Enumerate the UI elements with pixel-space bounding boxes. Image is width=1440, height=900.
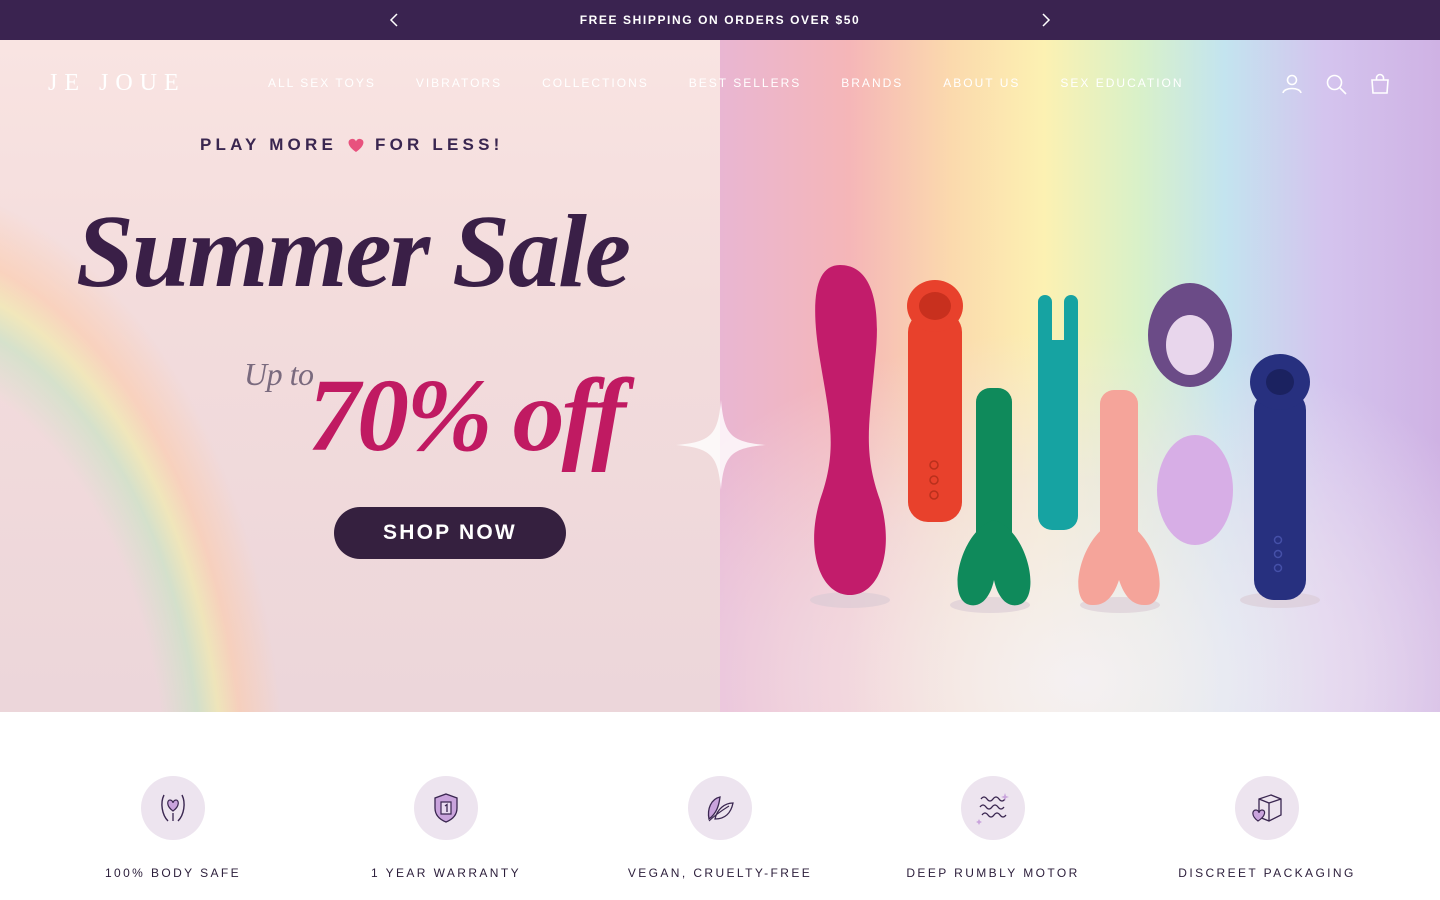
tagline-part-2: FOR LESS!	[375, 135, 504, 154]
feature-label: 100% BODY SAFE	[104, 866, 242, 880]
hero-headline: Summer Sale	[76, 194, 631, 309]
feature-vegan: VEGAN, CRUELTY-FREE	[583, 776, 857, 880]
nav-item-about-us[interactable]: ABOUT US	[943, 76, 1020, 90]
announcement-bar: FREE SHIPPING ON ORDERS OVER $50	[0, 0, 1440, 40]
chevron-left-icon[interactable]	[384, 10, 404, 30]
feature-warranty: 1 YEAR WARRANTY	[309, 776, 583, 880]
feature-label: 1 YEAR WARRANTY	[370, 866, 522, 880]
hero-upto-text: Up to	[244, 356, 314, 392]
nav-item-best-sellers[interactable]: BEST SELLERS	[689, 76, 802, 90]
body-heart-icon	[141, 776, 205, 840]
hero-discount-text: 70% off	[308, 358, 626, 473]
nav-item-brands[interactable]: BRANDS	[841, 76, 903, 90]
search-icon[interactable]	[1324, 72, 1348, 96]
feature-label: DEEP RUMBLY MOTOR	[906, 866, 1080, 880]
brand-logo[interactable]: JE JOUE	[48, 70, 186, 97]
shield-one-icon	[414, 776, 478, 840]
feature-motor: DEEP RUMBLY MOTOR	[856, 776, 1130, 880]
vibration-waves-icon	[961, 776, 1025, 840]
cart-icon[interactable]	[1368, 72, 1392, 96]
main-navigation: ALL SEX TOYS VIBRATORS COLLECTIONS BEST …	[268, 76, 1184, 90]
account-icon[interactable]	[1280, 72, 1304, 96]
features-row: 100% BODY SAFE 1 YEAR WARRANTY VEGAN, CR…	[0, 712, 1440, 900]
box-heart-icon	[1235, 776, 1299, 840]
product-lineup-image	[810, 265, 1320, 613]
chevron-right-icon[interactable]	[1036, 10, 1056, 30]
tagline-part-1: PLAY MORE	[200, 135, 337, 154]
sparkle-decoration	[676, 400, 766, 490]
nav-item-collections[interactable]: COLLECTIONS	[542, 76, 649, 90]
hero-tagline: PLAY MORE FOR LESS!	[200, 135, 503, 155]
leaf-icon	[688, 776, 752, 840]
heart-icon	[348, 138, 364, 152]
feature-label: DISCREET PACKAGING	[1178, 866, 1356, 880]
shop-now-button[interactable]: SHOP NOW	[334, 507, 566, 559]
nav-item-vibrators[interactable]: VIBRATORS	[416, 76, 502, 90]
feature-packaging: DISCREET PACKAGING	[1130, 776, 1404, 880]
nav-item-all-sex-toys[interactable]: ALL SEX TOYS	[268, 76, 376, 90]
feature-body-safe: 100% BODY SAFE	[36, 776, 310, 880]
header-actions	[1280, 72, 1392, 96]
nav-item-sex-education[interactable]: SEX EDUCATION	[1060, 76, 1183, 90]
announcement-message: FREE SHIPPING ON ORDERS OVER $50	[579, 13, 861, 27]
feature-label: VEGAN, CRUELTY-FREE	[627, 866, 813, 880]
